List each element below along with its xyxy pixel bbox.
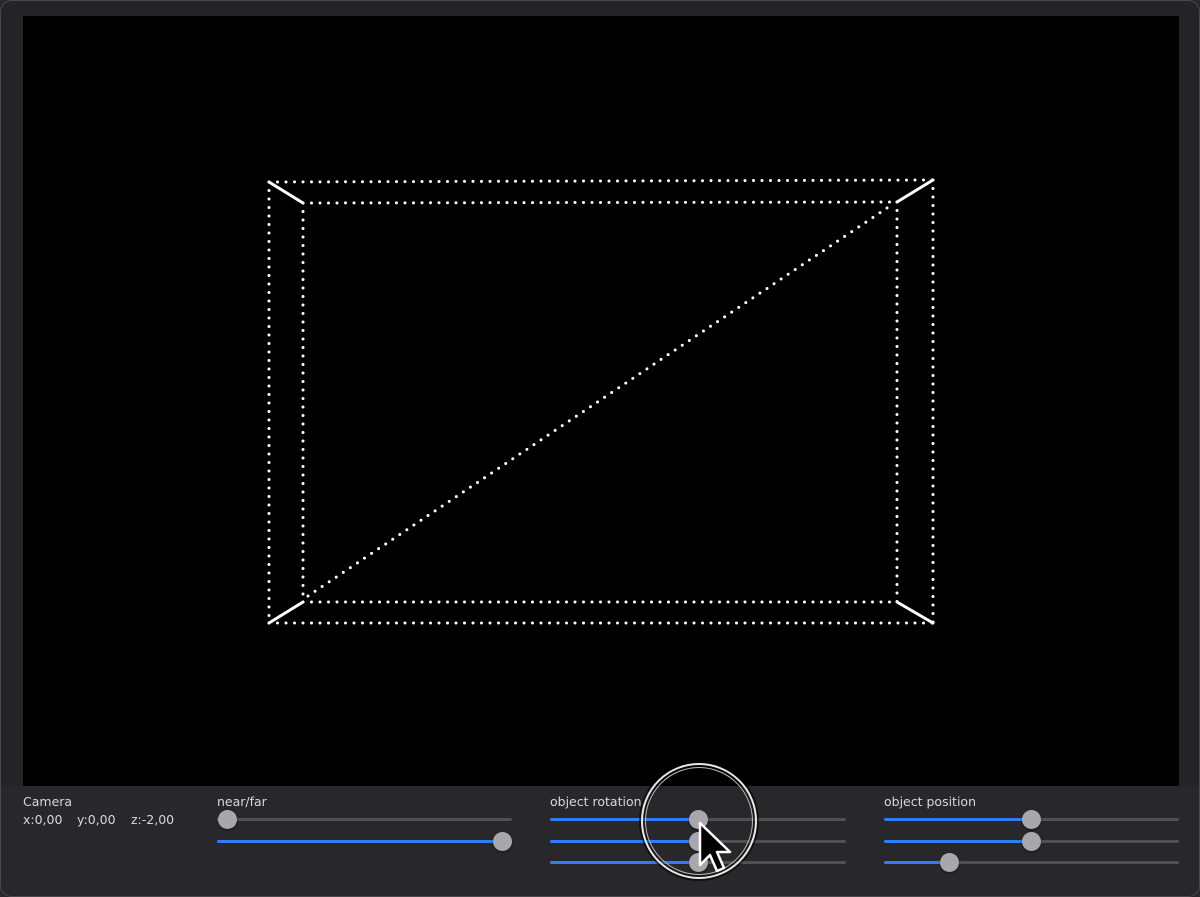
position-x-slider[interactable]	[884, 809, 1179, 829]
control-panel: Camera x:0,00 y:0,00 z:-2,00 near/far ob…	[1, 786, 1199, 896]
position-x-slider-thumb[interactable]	[1022, 810, 1041, 829]
rotation-y-slider[interactable]	[550, 831, 846, 851]
position-y-slider-thumb[interactable]	[1022, 832, 1041, 851]
wireframe-box	[267, 178, 935, 625]
object-position-label: object position	[884, 794, 977, 809]
inner-top-edge	[301, 200, 899, 205]
near-slider[interactable]	[217, 809, 512, 829]
3d-viewport[interactable]	[23, 16, 1179, 786]
near-slider-thumb[interactable]	[217, 810, 237, 829]
camera-x-readout: x:0,00	[23, 812, 63, 827]
far-slider[interactable]	[217, 831, 512, 851]
camera-title: Camera	[23, 794, 73, 809]
rotation-x-slider[interactable]	[550, 809, 846, 829]
position-y-slider[interactable]	[884, 831, 1179, 851]
far-slider-thumb[interactable]	[492, 832, 512, 851]
corner-edge-bottom-right	[895, 600, 935, 625]
position-z-slider[interactable]	[884, 852, 1179, 872]
diagonal-edge	[306, 202, 895, 598]
corner-edge-top-right	[895, 178, 935, 204]
rotation-y-slider-thumb[interactable]	[688, 832, 708, 851]
camera-y-readout: y:0,00	[77, 812, 116, 827]
outer-top-edge	[267, 178, 935, 184]
position-z-slider-thumb[interactable]	[939, 853, 959, 872]
rotation-z-slider[interactable]	[550, 852, 846, 872]
rotation-z-slider-thumb[interactable]	[688, 853, 708, 872]
app-window: Camera x:0,00 y:0,00 z:-2,00 near/far ob…	[0, 0, 1200, 897]
camera-z-readout: z:-2,00	[131, 812, 175, 827]
corner-edge-top-left	[267, 180, 305, 205]
rotation-x-slider-thumb[interactable]	[688, 810, 708, 829]
object-rotation-label: object rotation	[550, 794, 642, 809]
corner-edge-bottom-left	[267, 600, 305, 625]
near-far-label: near/far	[217, 794, 267, 809]
